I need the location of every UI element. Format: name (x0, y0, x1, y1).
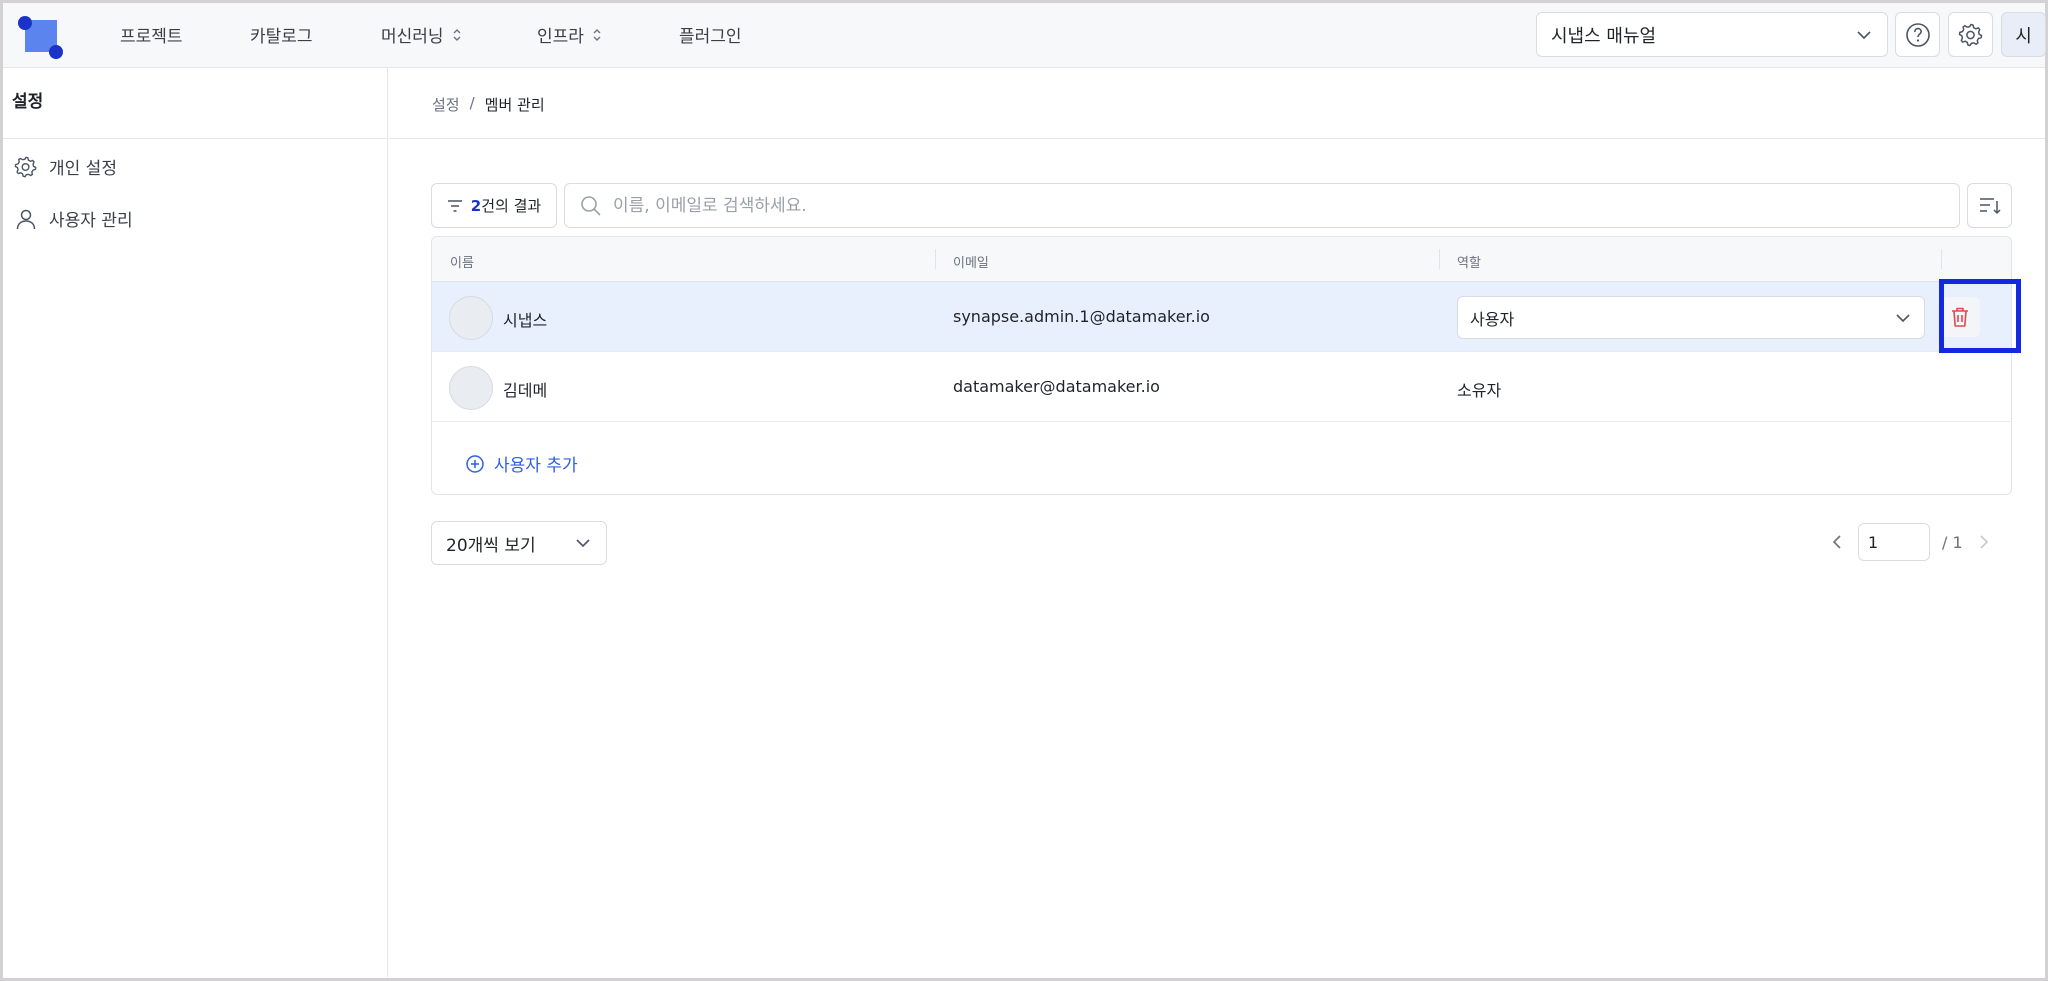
result-count: 2 (470, 197, 482, 215)
delete-member-button[interactable] (1940, 297, 1980, 337)
breadcrumb-root[interactable]: 설정 (432, 94, 460, 115)
member-name: 시냅스 (503, 311, 548, 330)
user-icon (16, 209, 36, 229)
search-input[interactable] (613, 195, 1913, 216)
nav-item-label: 프로젝트 (120, 27, 183, 47)
table-row[interactable]: 김데메 datamaker@datamaker.io 소유자 (432, 352, 2011, 422)
breadcrumb-separator: / (469, 94, 475, 112)
logo-dot-bottom (49, 45, 63, 59)
role-select-value: 사용자 (1470, 309, 1515, 329)
column-header-email[interactable]: 이메일 (953, 252, 989, 271)
settings-button[interactable] (1948, 12, 1993, 57)
trash-icon (1952, 307, 1968, 327)
user-avatar-button[interactable]: 시 (2001, 12, 2046, 57)
sidebar-item-personal-settings[interactable]: 개인 설정 (14, 154, 117, 179)
sort-icon (1979, 197, 2001, 214)
result-count-label: 2건의 결과 (471, 195, 541, 216)
top-navigation: 프로젝트 카탈로그 머신러닝 인프라 플러그인 시냅스 매뉴얼 시 (3, 3, 2046, 68)
column-header-name[interactable]: 이름 (450, 252, 474, 271)
plus-circle-icon (466, 454, 484, 473)
pagination: / 1 (1828, 523, 1993, 561)
chevron-down-icon (576, 539, 590, 548)
sidebar-item-label: 개인 설정 (49, 159, 117, 179)
search-icon (581, 195, 601, 216)
member-role: 소유자 (1457, 381, 1502, 400)
add-user-button[interactable]: 사용자 추가 (465, 451, 578, 476)
avatar-initial: 시 (2015, 25, 2032, 47)
per-page-select[interactable]: 20개씩 보기 (431, 521, 607, 565)
nav-item-label: 인프라 (537, 27, 584, 47)
member-name: 김데메 (503, 381, 548, 400)
chevron-right-icon[interactable] (1975, 533, 1993, 551)
table-header: 이름 이메일 역할 (432, 237, 2011, 282)
chevron-left-icon[interactable] (1828, 533, 1846, 551)
nav-item-label: 카탈로그 (250, 27, 313, 47)
sidebar-title: 설정 (12, 92, 44, 112)
avatar (449, 296, 493, 340)
sidebar-divider (3, 138, 388, 139)
search-box (564, 183, 1960, 228)
help-button[interactable] (1895, 12, 1940, 57)
filter-icon (447, 199, 462, 212)
sidebar: 설정 개인 설정 사용자 관리 (3, 68, 388, 978)
filter-button[interactable]: 2건의 결과 (431, 183, 557, 228)
nav-item-catalog[interactable]: 카탈로그 (250, 22, 313, 47)
member-email: synapse.admin.1@datamaker.io (953, 307, 1210, 326)
project-selector[interactable]: 시냅스 매뉴얼 (1536, 12, 1888, 57)
app-logo[interactable] (18, 16, 68, 60)
chevron-down-icon (1857, 30, 1871, 39)
sidebar-item-user-management[interactable]: 사용자 관리 (14, 206, 133, 231)
chevron-up-down-icon (453, 28, 461, 41)
member-email: datamaker@datamaker.io (953, 377, 1160, 396)
sidebar-item-label: 사용자 관리 (49, 211, 133, 231)
avatar (449, 366, 493, 410)
gear-icon (1958, 23, 1982, 46)
nav-item-plugins[interactable]: 플러그인 (679, 22, 742, 47)
page-number-input[interactable] (1858, 523, 1930, 561)
role-select[interactable]: 사용자 (1457, 296, 1925, 339)
column-separator (935, 249, 936, 269)
column-separator (1439, 249, 1440, 269)
gear-icon (14, 156, 37, 177)
project-selector-value: 시냅스 매뉴얼 (1551, 25, 1657, 47)
breadcrumb: 설정 / 멤버 관리 (432, 94, 545, 115)
column-header-role[interactable]: 역할 (1457, 252, 1481, 271)
logo-dot-top (18, 16, 32, 30)
help-icon (1905, 22, 1930, 47)
nav-item-infra[interactable]: 인프라 (537, 22, 602, 47)
total-pages: / 1 (1942, 532, 1963, 552)
table-row[interactable]: 시냅스 synapse.admin.1@datamaker.io 사용자 (432, 282, 2011, 352)
breadcrumb-current: 멤버 관리 (484, 96, 545, 114)
per-page-value: 20개씩 보기 (446, 535, 536, 556)
add-user-label: 사용자 추가 (494, 456, 578, 476)
column-separator (1941, 249, 1942, 269)
nav-item-machine-learning[interactable]: 머신러닝 (381, 22, 462, 47)
chevron-up-down-icon (593, 28, 601, 41)
sort-button[interactable] (1967, 183, 2012, 228)
nav-item-projects[interactable]: 프로젝트 (120, 22, 183, 47)
chevron-down-icon (1896, 313, 1910, 322)
breadcrumb-bar: 설정 / 멤버 관리 (389, 68, 2045, 139)
members-table: 이름 이메일 역할 시냅스 synapse.admin.1@datamaker.… (431, 236, 2012, 495)
nav-item-label: 머신러닝 (381, 27, 444, 47)
result-suffix: 건의 결과 (481, 197, 542, 215)
nav-item-label: 플러그인 (679, 27, 742, 47)
